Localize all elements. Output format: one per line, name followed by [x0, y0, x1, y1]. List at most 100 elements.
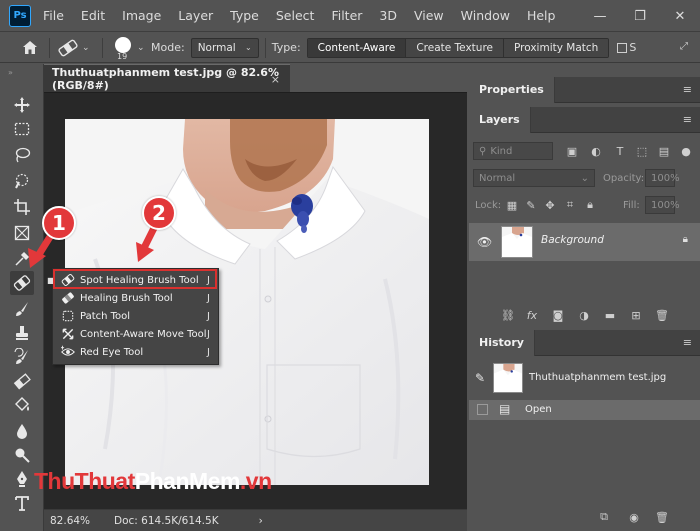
- flyout-content-aware-move[interactable]: Content-Aware Move Tool J: [53, 325, 218, 343]
- menu-image[interactable]: Image: [122, 8, 161, 23]
- mode-select[interactable]: Normal ⌄: [190, 37, 259, 58]
- layer-filter-kind[interactable]: ⚲ Kind: [473, 142, 553, 160]
- paint-bucket-tool-icon[interactable]: [10, 394, 34, 416]
- smart-object-filter-icon[interactable]: ▤: [657, 144, 671, 158]
- lock-artboard-icon[interactable]: ⌗: [563, 198, 577, 212]
- marquee-tool-icon[interactable]: [10, 118, 34, 140]
- type-filter-icon[interactable]: T: [613, 144, 627, 158]
- quick-selection-tool-icon[interactable]: [10, 170, 34, 192]
- panel-menu-icon[interactable]: ≡: [683, 83, 692, 96]
- menu-filter[interactable]: Filter: [331, 8, 362, 23]
- minimize-button[interactable]: —: [580, 0, 620, 32]
- flyout-red-eye[interactable]: Red Eye Tool J: [53, 343, 218, 361]
- clone-stamp-tool-icon[interactable]: [10, 322, 34, 344]
- eyedropper-tool-icon[interactable]: [10, 248, 34, 270]
- type-segmented-control: Content-Aware Create Texture Proximity M…: [306, 37, 610, 58]
- new-group-icon[interactable]: ▬: [603, 308, 617, 322]
- tool-preset-picker[interactable]: ⌄: [56, 39, 96, 57]
- home-icon[interactable]: [17, 35, 43, 61]
- flyout-label: Patch Tool: [80, 310, 131, 322]
- step-badge-2: 2: [142, 196, 176, 230]
- new-layer-icon[interactable]: ⊞: [629, 308, 643, 322]
- flyout-healing-brush[interactable]: Healing Brush Tool J: [53, 289, 218, 307]
- type-content-aware[interactable]: Content-Aware: [307, 38, 407, 57]
- blend-mode-select[interactable]: Normal ⌄: [473, 169, 595, 187]
- restore-button[interactable]: ❐: [620, 0, 660, 32]
- history-snapshot[interactable]: ✎ Thuthuatphanmem test.jpg: [469, 362, 700, 396]
- zoom-level[interactable]: 82.64%: [50, 515, 98, 527]
- layer-name: Background: [541, 234, 604, 246]
- history-brush-tool-icon[interactable]: [10, 346, 34, 368]
- history-checkbox[interactable]: [477, 404, 488, 415]
- frame-tool-icon[interactable]: [10, 222, 34, 244]
- delete-state-icon[interactable]: 🗑︎: [655, 510, 669, 524]
- adjustment-filter-icon[interactable]: ◐: [589, 144, 603, 158]
- status-menu-arrow[interactable]: ›: [259, 515, 263, 527]
- watermark-logo: ThuThuatPhanMem.vn: [34, 468, 272, 494]
- menu-help[interactable]: Help: [527, 8, 556, 23]
- opacity-input[interactable]: 100%: [645, 169, 680, 187]
- chevron-down-icon: ⌄: [580, 172, 589, 184]
- blend-mode-value: Normal: [479, 172, 516, 184]
- panel-collapse-icon[interactable]: ⤢: [680, 41, 692, 53]
- layer-style-icon[interactable]: fx: [525, 308, 539, 322]
- menu-select[interactable]: Select: [276, 8, 315, 23]
- separator: [264, 37, 266, 58]
- dodge-tool-icon[interactable]: [10, 444, 34, 466]
- panel-menu-icon[interactable]: ≡: [683, 113, 692, 126]
- filter-toggle-icon[interactable]: ●: [679, 144, 693, 158]
- adjustment-layer-icon[interactable]: ◑: [577, 308, 591, 322]
- history-panel-header: History ≡: [469, 329, 700, 356]
- menu-layer[interactable]: Layer: [178, 8, 213, 23]
- lock-all-icon[interactable]: 🔒︎: [583, 198, 597, 212]
- tab-history[interactable]: History: [469, 329, 535, 356]
- pixel-filter-icon[interactable]: ▣: [565, 144, 579, 158]
- panel-menu-icon[interactable]: ≡: [683, 336, 692, 349]
- lock-transparent-icon[interactable]: ▦: [505, 198, 519, 212]
- menu-type[interactable]: Type: [230, 8, 259, 23]
- shape-filter-icon[interactable]: ⬚: [635, 144, 649, 158]
- type-tool-icon[interactable]: [10, 492, 34, 514]
- close-button[interactable]: ✕: [660, 0, 700, 32]
- menu-file[interactable]: File: [43, 8, 64, 23]
- add-mask-icon[interactable]: ◙: [551, 308, 565, 322]
- spot-healing-brush-tool-icon[interactable]: [10, 271, 34, 295]
- close-icon[interactable]: ×: [271, 73, 280, 86]
- type-label: Type:: [271, 41, 301, 54]
- crop-tool-icon[interactable]: [10, 196, 34, 218]
- history-state-open[interactable]: ▤ Open: [469, 400, 700, 420]
- type-proximity-match[interactable]: Proximity Match: [504, 38, 609, 57]
- type-create-texture[interactable]: Create Texture: [406, 38, 504, 57]
- shortcut-key: J: [207, 292, 210, 304]
- brush-tool-icon[interactable]: [10, 298, 34, 320]
- layer-row-background[interactable]: 👁︎ Background 🔒︎: [469, 223, 700, 261]
- toolbar-grip[interactable]: »: [8, 68, 36, 77]
- new-document-from-state-icon[interactable]: ⧉: [597, 510, 611, 524]
- camera-icon[interactable]: ◉: [627, 510, 641, 524]
- pen-tool-icon[interactable]: [10, 468, 34, 490]
- visibility-eye-icon[interactable]: 👁︎: [477, 235, 492, 249]
- fill-input[interactable]: 100%: [645, 196, 680, 214]
- lasso-tool-icon[interactable]: [10, 144, 34, 166]
- lock-position-icon[interactable]: ✥: [543, 198, 557, 212]
- flyout-patch[interactable]: Patch Tool J: [53, 307, 218, 325]
- doc-size-info: Doc: 614.5K/614.5K: [114, 514, 219, 527]
- delete-layer-icon[interactable]: 🗑︎: [655, 308, 669, 322]
- menu-3d[interactable]: 3D: [379, 8, 397, 23]
- eraser-tool-icon[interactable]: [10, 370, 34, 392]
- fill-label: Fill:: [623, 200, 640, 211]
- menu-view[interactable]: View: [414, 8, 444, 23]
- document-tab[interactable]: Thuthuatphanmem test.jpg @ 82.6% (RGB/8#…: [44, 64, 290, 92]
- link-layers-icon[interactable]: ⛓︎: [501, 308, 515, 322]
- sample-all-layers-checkbox[interactable]: [617, 42, 628, 53]
- brush-picker[interactable]: 19 ⌄: [109, 34, 149, 62]
- blur-tool-icon[interactable]: [10, 420, 34, 442]
- brush-preview-icon: [115, 36, 131, 53]
- tab-layers[interactable]: Layers: [469, 106, 531, 133]
- lock-pixels-icon[interactable]: ✎: [524, 198, 538, 212]
- opacity-value: 100%: [651, 172, 680, 184]
- move-tool-icon[interactable]: [10, 94, 34, 116]
- menu-window[interactable]: Window: [461, 8, 510, 23]
- tab-properties[interactable]: Properties: [469, 76, 555, 103]
- menu-edit[interactable]: Edit: [81, 8, 105, 23]
